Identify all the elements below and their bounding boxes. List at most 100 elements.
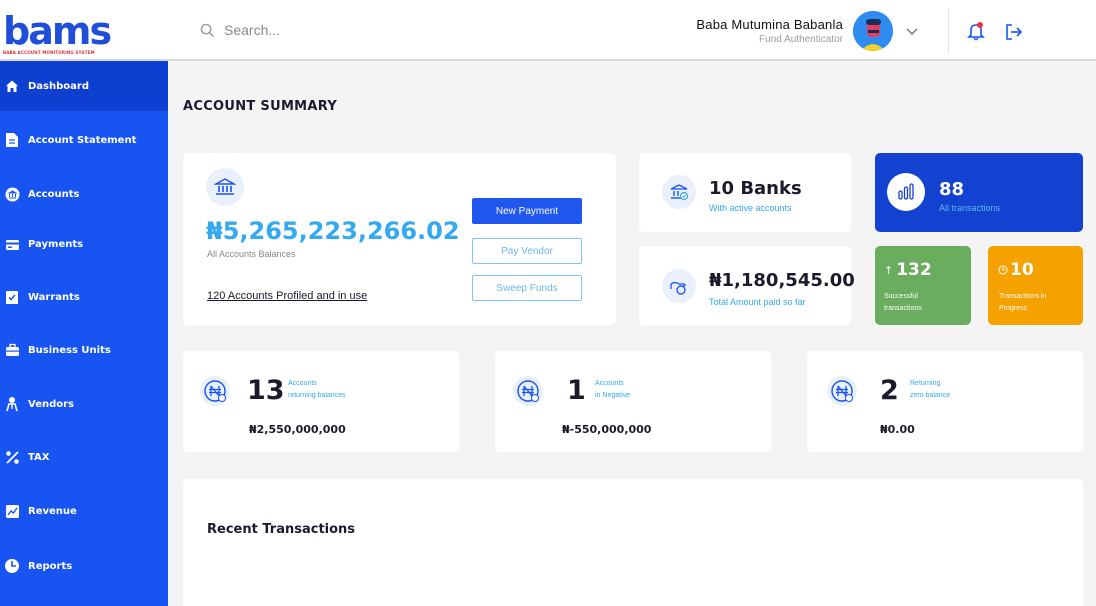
transactions-count: 88 <box>939 179 965 200</box>
revenue-icon <box>4 503 20 519</box>
naira-icon <box>200 376 230 406</box>
logout-icon[interactable] <box>1004 22 1024 42</box>
in-progress-card[interactable]: 10 Transactions in Progress <box>988 246 1083 325</box>
sidebar-item-label: Warrants <box>28 291 80 303</box>
vendor-icon <box>4 396 20 412</box>
successful-value-row: ↑ 132 <box>884 260 932 280</box>
user-role: Fund Authenticator <box>759 34 843 45</box>
sidebar-item-business-units[interactable]: Business Units <box>0 325 168 375</box>
stat-label: Accounts returning balances <box>288 378 346 402</box>
naira-icon <box>827 376 857 406</box>
bell-icon[interactable] <box>966 21 986 41</box>
bank-check-icon <box>662 175 696 209</box>
logo-text: bams <box>3 9 112 53</box>
sidebar-item-label: Revenue <box>28 505 77 517</box>
home-icon <box>4 78 20 94</box>
stat-label: Accounts in Negative <box>595 378 630 402</box>
chart-icon <box>887 173 925 211</box>
sidebar: Dashboard Account Statement Accounts Pay… <box>0 61 168 606</box>
stat-label-line2: in Negative <box>595 392 631 399</box>
total-balance-caption: All Accounts Balances <box>207 249 296 259</box>
sidebar-item-label: Accounts <box>28 188 80 200</box>
stat-label-line1: Accounts <box>288 380 317 387</box>
user-name: Baba Mutumina Babanla <box>696 17 843 32</box>
recent-transactions-title: Recent Transactions <box>207 522 356 537</box>
progress-count: 10 <box>1010 260 1034 280</box>
user-info: Baba Mutumina Babanla Fund Authenticator <box>696 17 843 45</box>
sidebar-item-payments[interactable]: Payments <box>0 219 168 269</box>
accounts-profiled-link[interactable]: 120 Accounts Profiled and in use <box>207 290 367 302</box>
stat-label-line1: Accounts <box>595 380 624 387</box>
successful-count: 132 <box>896 260 932 280</box>
amount-paid-caption: Total Amount paid so far <box>709 297 806 307</box>
sidebar-item-revenue[interactable]: Revenue <box>0 486 168 536</box>
search-input[interactable] <box>224 22 524 38</box>
accounts-icon <box>4 186 20 202</box>
sidebar-item-label: TAX <box>28 451 50 463</box>
hand-coin-icon <box>662 269 696 303</box>
top-header: bams BABA ACCOUNT MONITORING SYSTEM Baba… <box>0 0 1096 61</box>
stat-label-line1: Returning <box>910 380 941 387</box>
banks-caption: With active accounts <box>709 203 792 213</box>
sidebar-item-account-statement[interactable]: Account Statement <box>0 115 168 165</box>
page-title: ACCOUNT SUMMARY <box>183 99 338 114</box>
all-transactions-card[interactable]: 88 All transactions <box>875 153 1083 232</box>
search-icon <box>200 23 215 37</box>
banks-count: 10 Banks <box>709 178 802 199</box>
progress-value-row: 10 <box>998 260 1034 280</box>
total-balance-amount: ₦5,265,223,266.02 <box>206 217 460 245</box>
document-icon <box>4 132 20 148</box>
naira-icon <box>513 376 543 406</box>
stat-label-line2: returning balances <box>288 392 346 399</box>
sidebar-item-reports[interactable]: Reports <box>0 541 168 591</box>
amount-paid-card: ₦1,180,545.00 Total Amount paid so far <box>639 246 855 325</box>
transactions-caption: All transactions <box>939 203 1001 213</box>
sidebar-item-label: Dashboard <box>28 80 89 92</box>
sidebar-item-warrants[interactable]: Warrants <box>0 272 168 322</box>
reports-icon <box>4 558 20 574</box>
bank-icon <box>206 168 244 206</box>
sidebar-item-label: Vendors <box>28 398 75 410</box>
sidebar-item-vendors[interactable]: Vendors <box>0 379 168 429</box>
stat-label-line2: zero balance <box>910 392 951 399</box>
stat-label: Returning zero balance <box>910 378 950 402</box>
sidebar-item-tax[interactable]: TAX <box>0 432 168 482</box>
avatar[interactable] <box>853 11 893 51</box>
stat-amount: ₦2,550,000,000 <box>249 423 346 436</box>
negative-accounts-card: 1 Accounts in Negative ₦-550,000,000 <box>495 351 771 452</box>
header-divider <box>948 8 949 54</box>
recent-transactions-panel: Recent Transactions <box>183 479 1083 606</box>
brand-logo[interactable]: bams BABA ACCOUNT MONITORING SYSTEM <box>3 9 112 55</box>
zero-balance-card: 2 Returning zero balance ₦0.00 <box>807 351 1083 452</box>
sweep-funds-button[interactable]: Sweep Funds <box>472 275 582 301</box>
new-payment-button[interactable]: New Payment <box>472 198 582 224</box>
stat-count: 2 <box>880 375 899 406</box>
amount-paid-value: ₦1,180,545.00 <box>709 270 855 291</box>
stat-amount: ₦-550,000,000 <box>562 423 652 436</box>
clock-icon <box>998 265 1008 275</box>
stat-count: 1 <box>567 375 586 406</box>
banks-card: 10 Banks With active accounts <box>639 153 851 232</box>
warrant-icon <box>4 289 20 305</box>
sidebar-item-accounts[interactable]: Accounts <box>0 169 168 219</box>
stat-amount: ₦0.00 <box>880 423 915 436</box>
sidebar-item-label: Business Units <box>28 344 111 356</box>
returning-balances-card: 13 Accounts returning balances ₦2,550,00… <box>183 351 459 452</box>
successful-transactions-card[interactable]: ↑ 132 Successful transactions <box>875 246 971 325</box>
chevron-down-icon[interactable] <box>905 24 919 38</box>
arrow-up-icon: ↑ <box>884 263 894 277</box>
sidebar-item-label: Reports <box>28 560 73 572</box>
sidebar-item-label: Account Statement <box>28 134 137 146</box>
briefcase-icon <box>4 342 20 358</box>
percent-icon <box>4 449 20 465</box>
balance-card: ₦5,265,223,266.02 All Accounts Balances … <box>183 153 616 325</box>
pay-vendor-button[interactable]: Pay Vendor <box>472 238 582 264</box>
stat-count: 13 <box>247 375 285 406</box>
sidebar-item-dashboard[interactable]: Dashboard <box>0 61 168 111</box>
progress-caption: Transactions in Progress <box>999 293 1047 312</box>
sidebar-item-label: Payments <box>28 238 84 250</box>
successful-caption: Successful transactions <box>884 293 922 312</box>
logo-tagline: BABA ACCOUNT MONITORING SYSTEM <box>3 50 95 55</box>
search-bar <box>200 22 524 38</box>
payments-icon <box>4 236 20 252</box>
